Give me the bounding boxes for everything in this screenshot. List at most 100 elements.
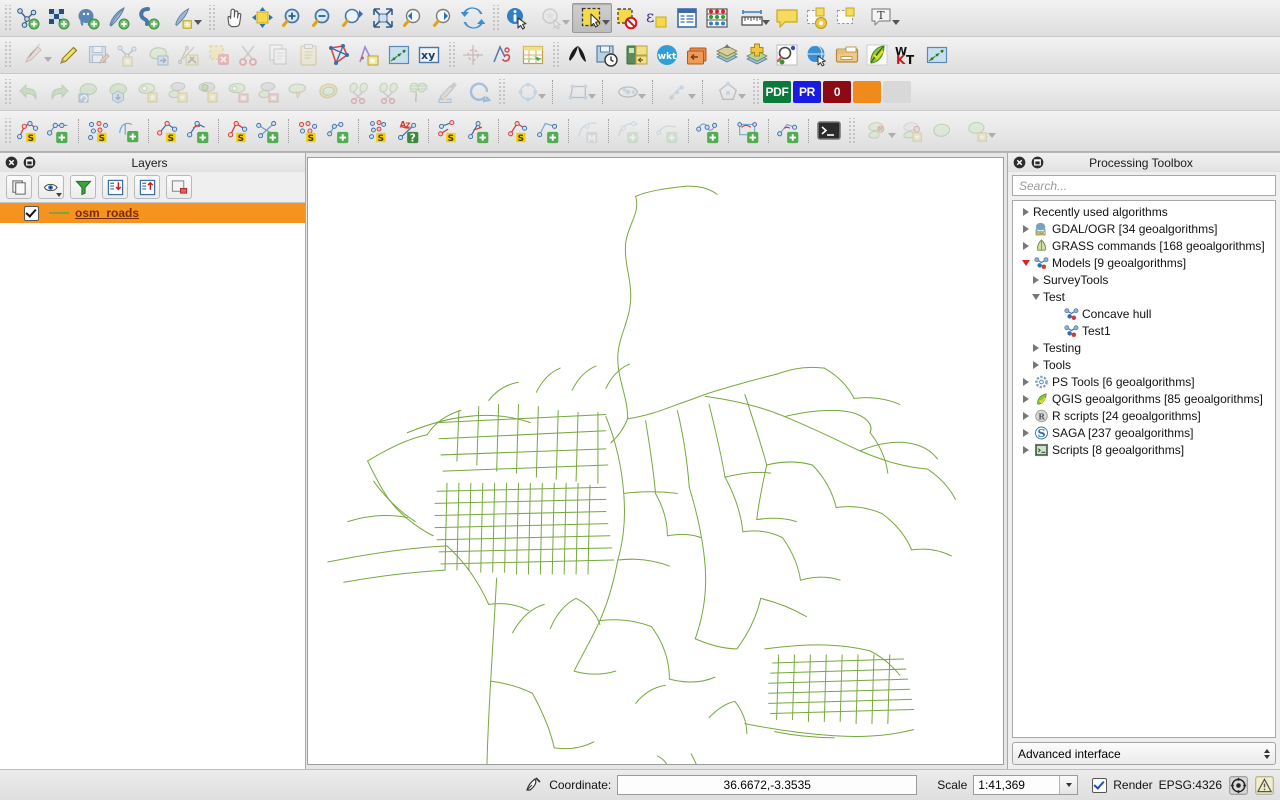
chevron-down-icon[interactable] xyxy=(888,133,896,138)
select-by-expression-button[interactable]: ε xyxy=(642,3,672,33)
algorithm-tree[interactable]: Recently used algorithms GDAL GDAL/OGR [34… xyxy=(1012,200,1276,738)
select-bearing-button[interactable]: S xyxy=(504,116,534,146)
add-bearing-button[interactable] xyxy=(534,116,564,146)
split-features-button[interactable] xyxy=(344,77,374,107)
add-intersection-button[interactable] xyxy=(254,116,284,146)
map-annotation-button[interactable] xyxy=(772,3,802,33)
drag-handle[interactable] xyxy=(3,79,12,105)
algorithm-tree-item[interactable]: Testing xyxy=(1013,339,1275,356)
chevron-down-icon[interactable] xyxy=(602,20,610,25)
chevron-right-icon[interactable] xyxy=(1019,222,1032,235)
drag-handle[interactable] xyxy=(3,118,12,144)
zoom-out-button[interactable] xyxy=(308,3,338,33)
split-parts-button[interactable] xyxy=(374,77,404,107)
redo-button[interactable] xyxy=(44,77,74,107)
search-input[interactable] xyxy=(1017,177,1271,194)
chevron-down-icon[interactable] xyxy=(538,94,546,99)
chevron-right-icon[interactable] xyxy=(1019,239,1032,252)
drag-handle[interactable] xyxy=(207,5,216,31)
polygon-feature-button[interactable] xyxy=(708,77,748,107)
chevron-down-icon[interactable] xyxy=(562,20,570,25)
road-graph-button[interactable] xyxy=(488,40,518,70)
map-canvas[interactable] xyxy=(307,157,1004,765)
add-line-nodes-button[interactable] xyxy=(44,116,74,146)
add-raster-layer-button[interactable] xyxy=(44,3,74,33)
identify-features-button[interactable] xyxy=(502,3,532,33)
chevron-down-icon[interactable] xyxy=(762,20,770,25)
merge-attributes-button[interactable] xyxy=(434,77,464,107)
rotate-feature-button[interactable] xyxy=(74,77,104,107)
save-layer-edits-button[interactable] xyxy=(84,40,114,70)
chevron-right-icon[interactable] xyxy=(1019,443,1032,456)
simplify-feature-button[interactable] xyxy=(104,77,134,107)
zoom-in-button[interactable] xyxy=(278,3,308,33)
query-azimuth-button[interactable]: A Z ? xyxy=(394,116,424,146)
measure-button[interactable] xyxy=(732,3,772,33)
add-curve-button[interactable] xyxy=(114,116,144,146)
select-features-button[interactable] xyxy=(572,3,612,33)
algorithm-tree-item[interactable]: GRASS commands [168 geoalgorithms] xyxy=(1013,237,1275,254)
merge-features-button[interactable] xyxy=(404,77,434,107)
refresh-button[interactable] xyxy=(458,3,488,33)
chevron-right-icon[interactable] xyxy=(1029,358,1042,371)
algorithm-tree-item[interactable]: Tools xyxy=(1013,356,1275,373)
add-vector-layer-button[interactable] xyxy=(14,3,44,33)
spinner-arrows-icon[interactable] xyxy=(1264,748,1270,759)
analysis-tools-button[interactable] xyxy=(928,116,958,146)
search-layers-button[interactable] xyxy=(772,40,802,70)
current-edits-button[interactable] xyxy=(14,40,54,70)
algorithm-tree-item[interactable]: PS Tools [6 geoalgorithms] xyxy=(1013,373,1275,390)
chevron-right-icon[interactable] xyxy=(1029,341,1042,354)
algorithm-tree-item[interactable]: R R scripts [24 geoalgorithms] xyxy=(1013,407,1275,424)
xy-tools-button[interactable]: xy xyxy=(414,40,444,70)
chevron-right-icon[interactable] xyxy=(1019,205,1032,218)
search-box[interactable] xyxy=(1012,175,1276,196)
pan-to-selection-button[interactable] xyxy=(248,3,278,33)
chevron-down-icon[interactable] xyxy=(688,94,696,99)
add-feature-button[interactable] xyxy=(114,40,144,70)
messages-button[interactable] xyxy=(1254,775,1274,795)
zoom-full-button[interactable] xyxy=(368,3,398,33)
timemanager-button[interactable] xyxy=(592,40,622,70)
algorithm-tree-item[interactable]: Recently used algorithms xyxy=(1013,203,1275,220)
archive-button[interactable] xyxy=(832,40,862,70)
scale-combo[interactable]: 1:41,369 xyxy=(973,775,1079,795)
python-console-button[interactable] xyxy=(814,116,844,146)
open-attribute-table-button[interactable] xyxy=(672,3,702,33)
render-checkbox[interactable] xyxy=(1092,777,1108,793)
add-postgis-layer-button[interactable] xyxy=(74,3,104,33)
chevron-right-icon[interactable] xyxy=(1019,392,1032,405)
algorithm-tree-item[interactable]: Test1 xyxy=(1013,322,1275,339)
zoom-to-selection-button[interactable] xyxy=(398,3,428,33)
delete-ring-button[interactable] xyxy=(224,77,254,107)
manage-visibility-button[interactable] xyxy=(38,175,64,199)
add-nodes-button[interactable] xyxy=(324,116,354,146)
measure-arc-button[interactable]: M xyxy=(574,116,604,146)
add-angle-button[interactable] xyxy=(184,116,214,146)
chevron-down-icon[interactable] xyxy=(638,94,646,99)
add-layer-group-button[interactable] xyxy=(742,40,772,70)
select-segment-button[interactable]: S xyxy=(224,116,254,146)
topology-checker-button[interactable] xyxy=(324,40,354,70)
drag-handle[interactable] xyxy=(3,42,12,68)
zoom-last-button[interactable] xyxy=(338,3,368,33)
drag-handle[interactable] xyxy=(551,42,560,68)
algorithm-tree-item[interactable]: Models [9 geoalgorithms] xyxy=(1013,254,1275,271)
algorithm-tree-item[interactable]: S SAGA [237 geoalgorithms] xyxy=(1013,424,1275,441)
add-offset-button[interactable] xyxy=(774,116,804,146)
toggle-editing-button[interactable] xyxy=(54,40,84,70)
chevron-right-icon[interactable] xyxy=(1029,273,1042,286)
fill-ring-button[interactable] xyxy=(194,77,224,107)
offset-curve-button[interactable] xyxy=(314,77,344,107)
pan-map-button[interactable] xyxy=(218,3,248,33)
circle-feature-button[interactable] xyxy=(508,77,548,107)
export-pr-button[interactable] xyxy=(852,77,882,107)
ellipse-feature-button[interactable] xyxy=(608,77,648,107)
algorithm-tree-item[interactable]: QGIS geoalgorithms [85 geoalgorithms] xyxy=(1013,390,1275,407)
chevron-down-icon[interactable] xyxy=(1029,290,1042,303)
add-spatialite-layer-button[interactable] xyxy=(104,3,134,33)
chevron-down-icon[interactable] xyxy=(56,193,62,197)
algorithm-tree-item[interactable]: SurveyTools xyxy=(1013,271,1275,288)
algorithm-tree-item[interactable]: Test xyxy=(1013,288,1275,305)
crs-status-button[interactable] xyxy=(1228,775,1248,795)
